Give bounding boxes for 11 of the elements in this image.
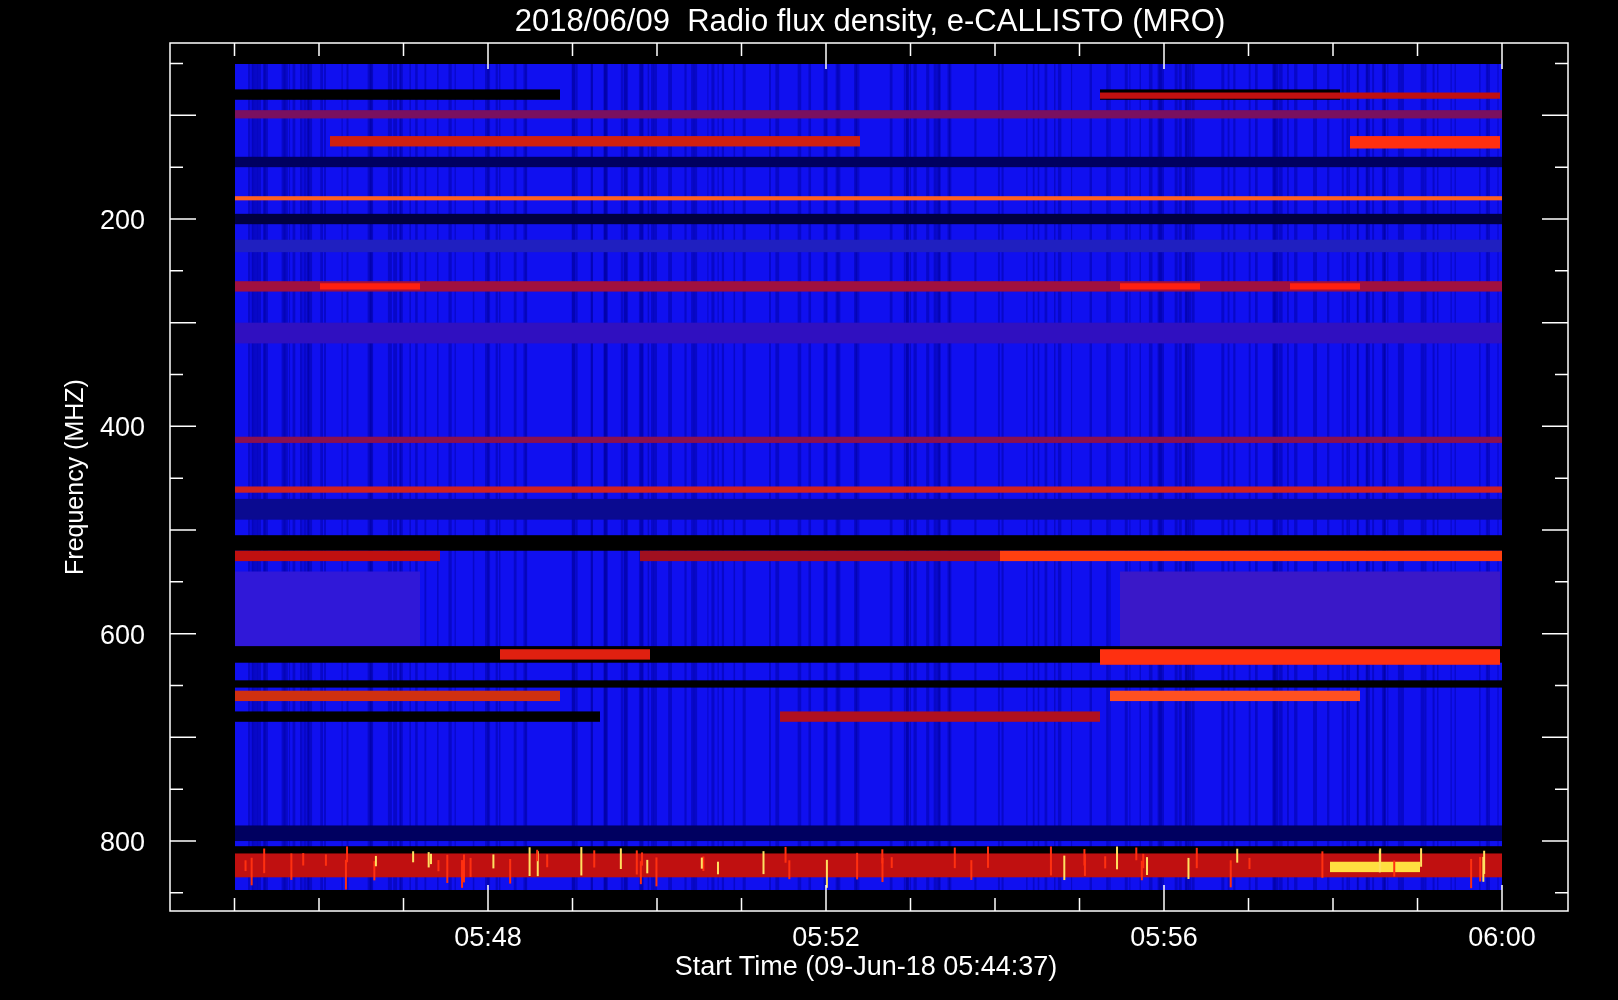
y-tick-label: 800 — [99, 827, 145, 857]
x-tick-label: 06:00 — [1468, 922, 1536, 952]
x-tick-label: 05:56 — [1130, 922, 1198, 952]
x-tick-label: 05:52 — [792, 922, 860, 952]
x-tick-label: 05:48 — [454, 922, 522, 952]
chart-title: 2018/06/09 Radio flux density, e-CALLISTO (MRO) — [514, 3, 1226, 38]
y-tick-label: 400 — [99, 412, 145, 443]
y-tick-label: 600 — [99, 619, 145, 650]
y-axis-label: Frequency (MHZ) — [60, 379, 88, 575]
x-axis-label: Start Time (09-Jun-18 05:44:37) — [674, 951, 1058, 981]
y-tick-label: 200 — [99, 205, 145, 235]
